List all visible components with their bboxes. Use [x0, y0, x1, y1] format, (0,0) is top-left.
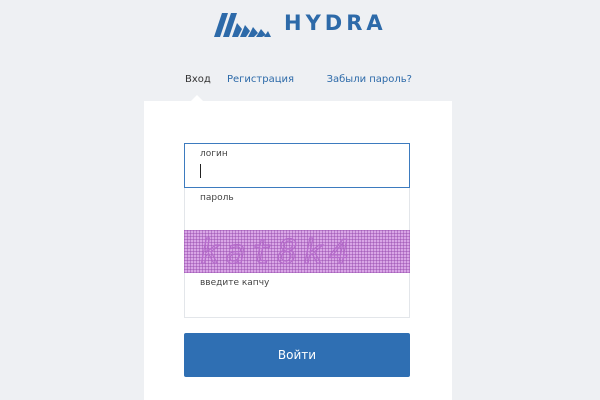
password-input[interactable]: [199, 206, 395, 224]
captcha-field[interactable]: введите капчу: [184, 273, 410, 318]
login-card: логин пароль kat8k4 введите капчу Войти: [144, 95, 452, 400]
password-field-label: пароль: [200, 193, 234, 203]
tab-login[interactable]: Вход: [185, 74, 211, 85]
captcha-image: kat8k4: [184, 230, 410, 273]
login-input[interactable]: [199, 163, 395, 181]
auth-tabs: Вход Регистрация Забыли пароль?: [184, 74, 412, 90]
login-submit-button[interactable]: Войти: [184, 333, 410, 377]
hydra-logo-icon: [214, 13, 271, 37]
login-page: HYDRA Вход Регистрация Забыли пароль? ло…: [0, 0, 600, 400]
captcha-field-label: введите капчу: [200, 278, 270, 288]
brand-name: HYDRA: [284, 11, 387, 35]
forgot-password-link[interactable]: Забыли пароль?: [327, 74, 412, 85]
tab-register[interactable]: Регистрация: [227, 74, 294, 85]
login-field-label: логин: [200, 149, 228, 159]
captcha-text: kat8k4: [199, 231, 356, 271]
active-tab-pointer: [191, 95, 203, 101]
password-field[interactable]: пароль: [184, 188, 410, 230]
captcha-input[interactable]: [199, 293, 395, 311]
login-field[interactable]: логин: [184, 143, 410, 188]
logo: HYDRA: [214, 6, 387, 40]
